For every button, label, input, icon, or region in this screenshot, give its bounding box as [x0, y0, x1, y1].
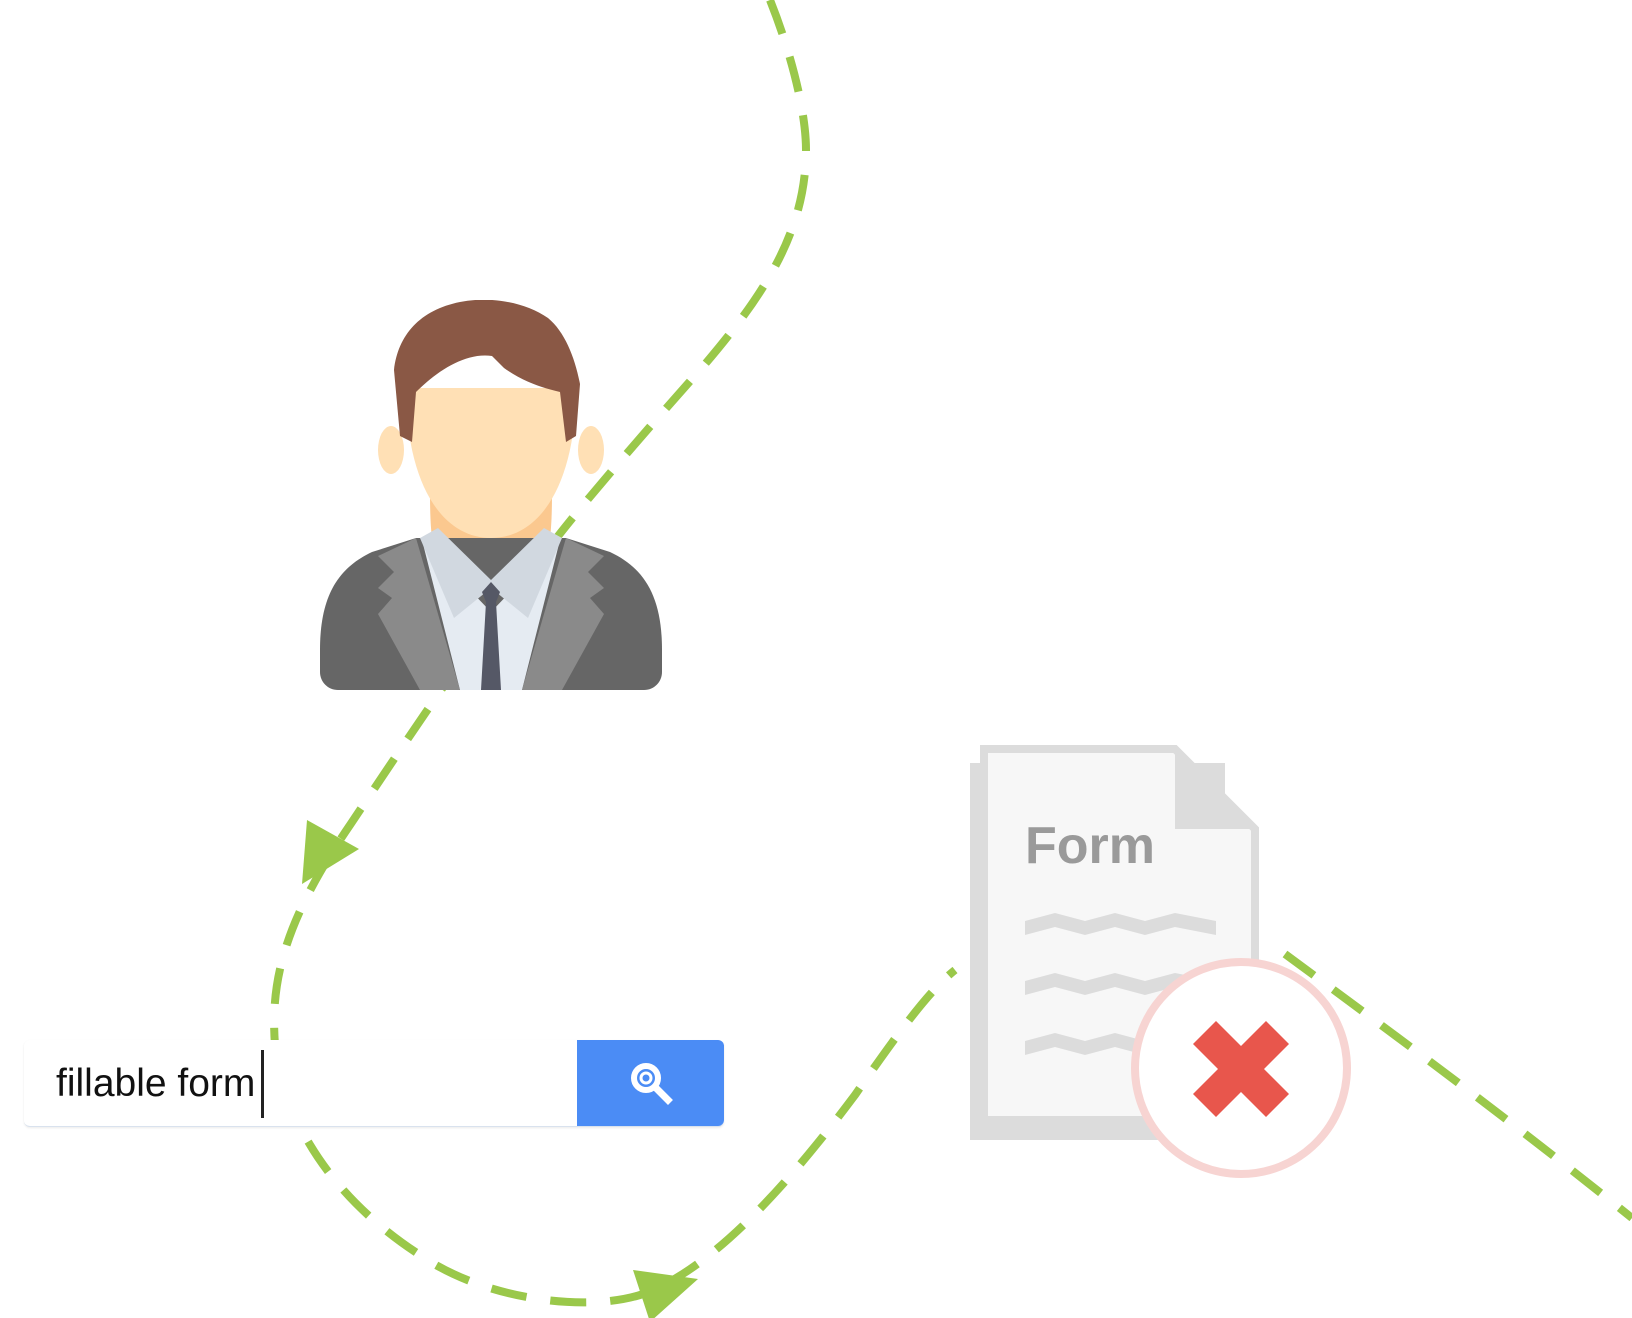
search-bar: fillable form [24, 1040, 724, 1127]
reject-x-icon [1131, 958, 1351, 1178]
fillable-form-flow-diagram: Form fillable form [0, 0, 1632, 1318]
person-icon [320, 300, 662, 690]
text-cursor [261, 1050, 265, 1118]
document-title: Form [1025, 817, 1155, 875]
search-query-text: fillable form [56, 1061, 256, 1105]
search-icon [630, 1063, 673, 1105]
search-input[interactable]: fillable form [24, 1040, 577, 1126]
search-button[interactable] [577, 1040, 724, 1126]
arrowhead-icon [633, 1270, 698, 1318]
